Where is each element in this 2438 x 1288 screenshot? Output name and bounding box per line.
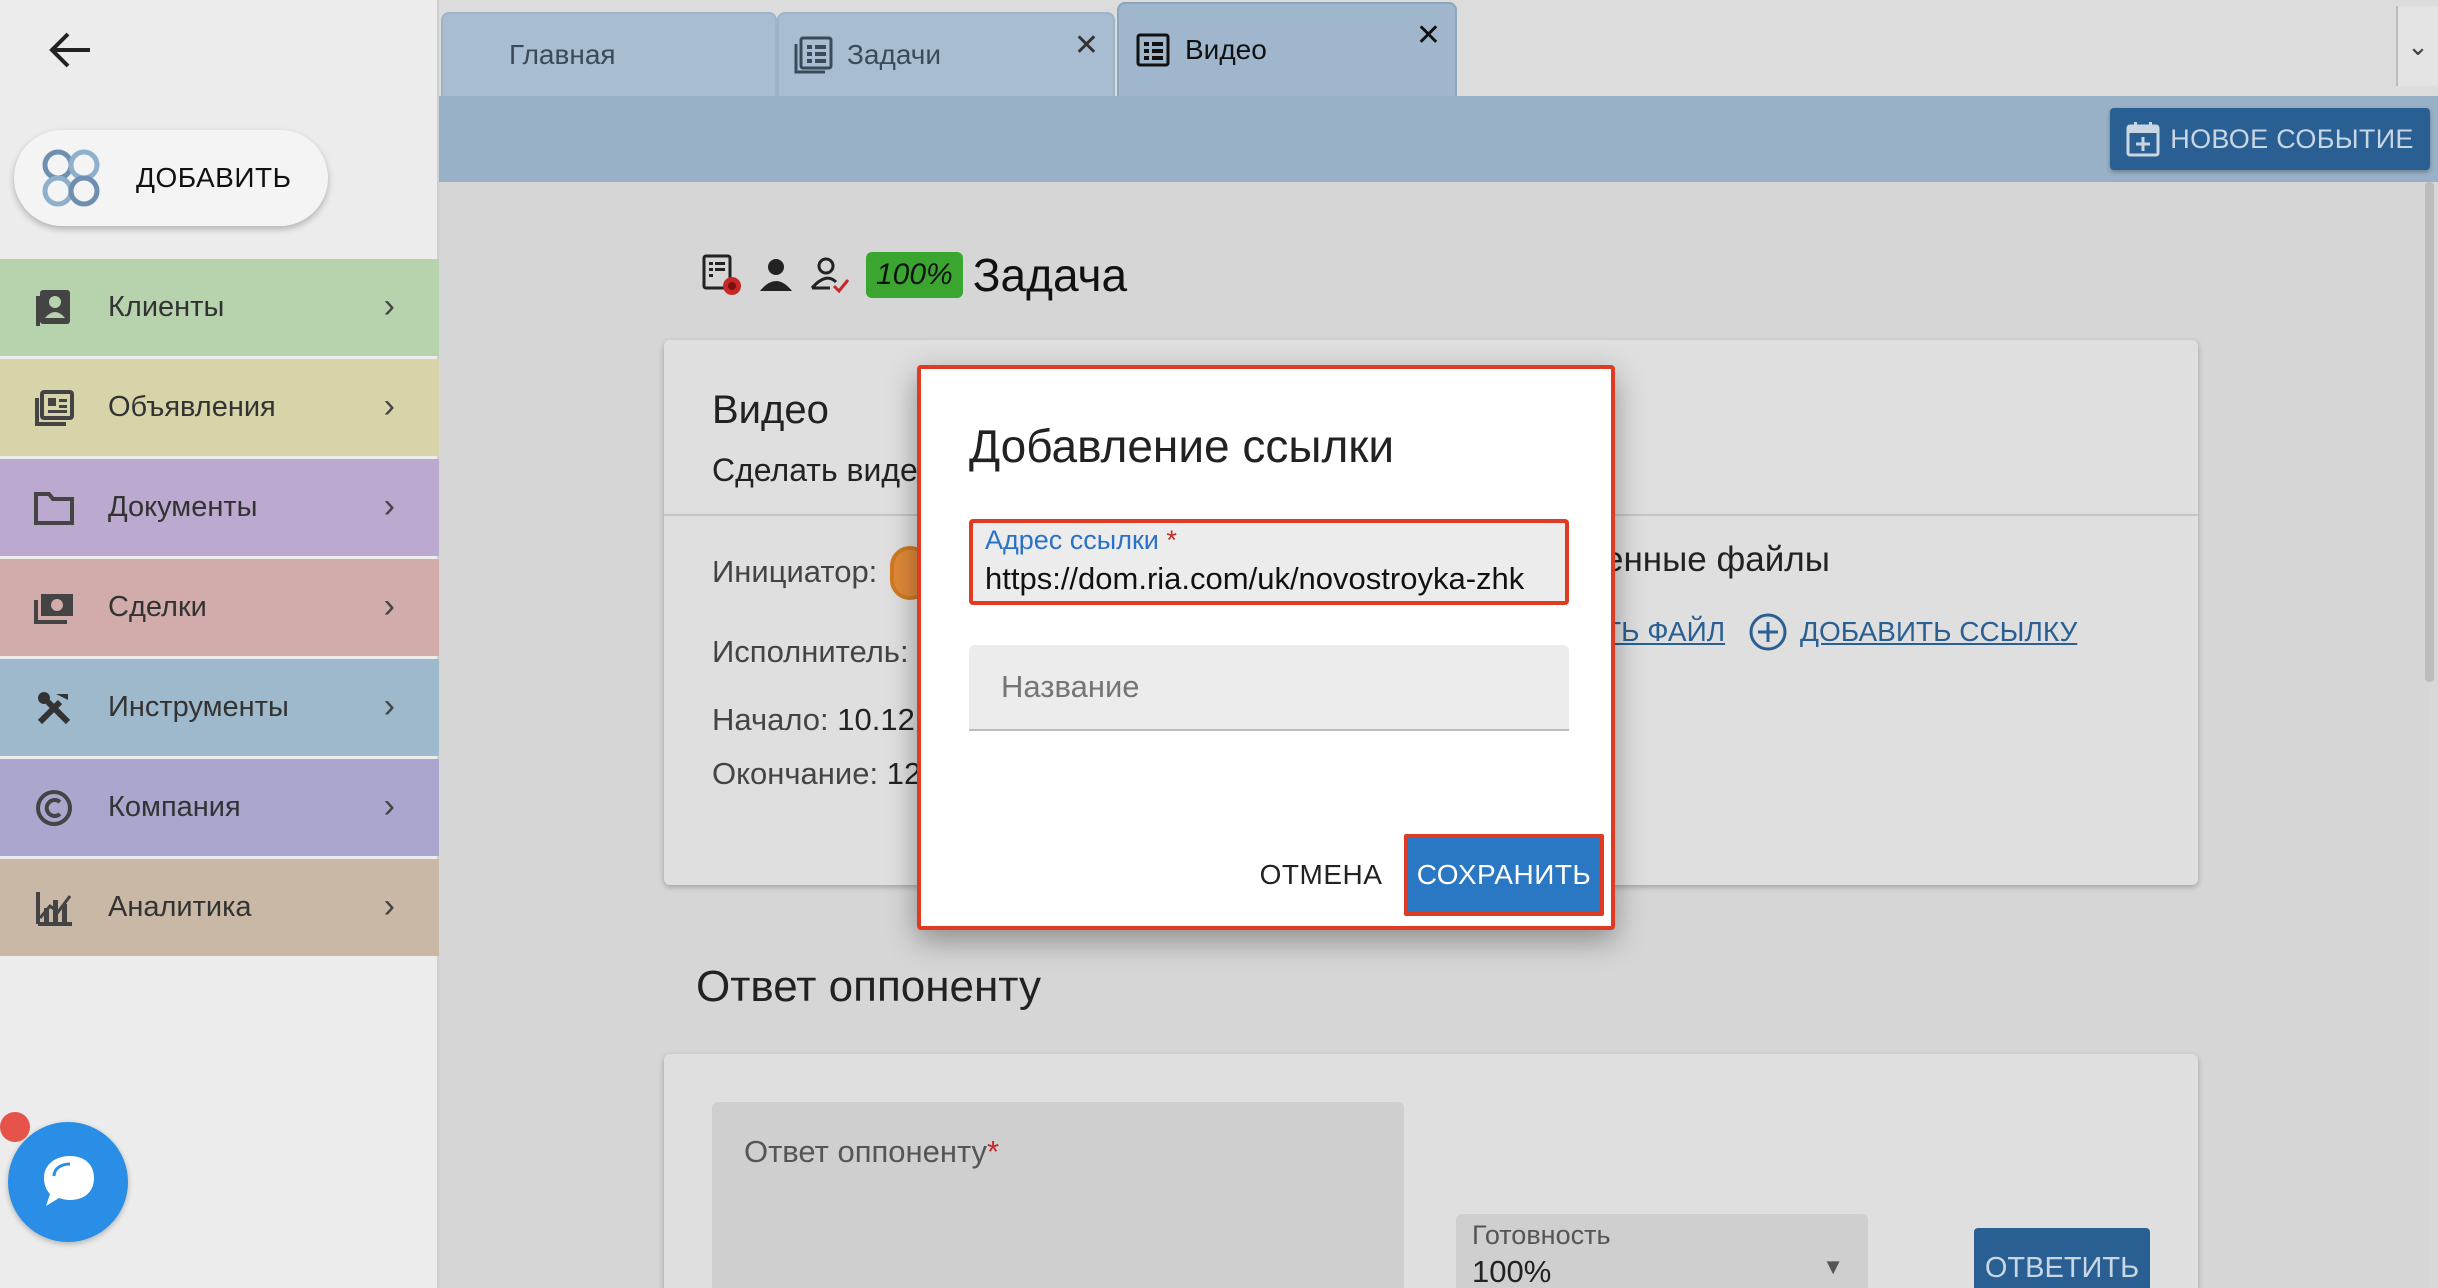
chevron-right-icon: › [383,487,395,525]
add-link-button[interactable]: ДОБАВИТЬ ССЫЛКУ [1748,612,2077,652]
end-label: Окончание: [712,756,879,791]
initiator-label: Инициатор: [712,554,878,589]
tab-label: Видео [1185,34,1267,65]
start-label: Начало: [712,702,829,737]
cancel-button[interactable]: ОТМЕНА [1221,847,1421,903]
upload-file-link[interactable]: ТЬ ФАЙЛ [1604,616,1725,648]
new-event-button[interactable]: НОВОЕ СОБЫТИЕ [2110,108,2430,170]
end-value: 12 [886,756,922,791]
money-icon [30,584,78,632]
start-value: 10.12 [837,702,915,737]
save-button[interactable]: СОХРАНИТЬ [1404,834,1604,916]
new-event-label: НОВОЕ СОБЫТИЕ [2170,123,2414,154]
sidebar: ДОБАВИТЬ Клиенты › Объявления › Документ… [0,0,439,1288]
sidebar-item-label: Сделки [108,591,207,623]
add-button-label: ДОБАВИТЬ [136,162,292,193]
reply-section-title: Ответ оппоненту [696,962,1041,1011]
scrollbar[interactable] [2425,182,2434,682]
back-arrow-icon[interactable] [44,24,96,76]
sidebar-nav: Клиенты › Объявления › Документы › Сделк… [0,259,439,959]
sidebar-item-label: Документы [108,491,258,523]
reply-card: Ответ оппоненту* Готовность 100% ▼ ОТВЕТ… [664,1054,2198,1288]
attached-files-heading: енные файлы [1604,540,1830,579]
person-icon [754,253,798,297]
tasks-icon [793,35,835,75]
chevron-right-icon: › [383,787,395,825]
start-row: Начало: 10.12 [712,702,915,738]
tabs-dropdown-icon[interactable]: ⌄ [2396,6,2438,86]
add-link-label: ДОБАВИТЬ ССЫЛКУ [1800,616,2078,647]
url-field-label: Адрес ссылки * [985,525,1177,555]
folder-icon [30,484,78,532]
progress-badge: 100% [866,252,963,298]
tab-video[interactable]: Видео ✕ [1117,2,1457,96]
end-row: Окончание: 12 [712,756,921,792]
sidebar-item-label: Компания [108,791,241,823]
sidebar-item-label: Клиенты [108,291,225,323]
chevron-right-icon: › [383,587,395,625]
contacts-icon [30,284,78,332]
chevron-right-icon: › [383,887,395,925]
readiness-select[interactable]: Готовность 100% ▼ [1456,1214,1868,1288]
readiness-value: 100% [1472,1254,1552,1288]
add-circle-icon [1748,612,1788,652]
url-field[interactable]: Адрес ссылки * [969,519,1569,605]
sidebar-item-deals[interactable]: Сделки › [0,559,439,656]
sidebar-item-label: Аналитика [108,891,252,923]
tab-home[interactable]: Главная [441,12,777,96]
toolbar: НОВОЕ СОБЫТИЕ [439,96,2438,182]
sidebar-item-company[interactable]: Компания › [0,759,439,856]
chevron-right-icon: › [383,287,395,325]
app-logo-icon [38,145,104,211]
dropdown-arrow-icon: ▼ [1822,1254,1844,1279]
reply-textarea[interactable]: Ответ оппоненту* [712,1102,1404,1288]
close-icon[interactable]: ✕ [1074,28,1099,63]
chat-widget-button[interactable] [8,1122,128,1242]
sidebar-item-clients[interactable]: Клиенты › [0,259,439,356]
task-card-subtitle: Сделать виде [712,452,918,488]
sidebar-item-listings[interactable]: Объявления › [0,359,439,456]
listings-icon [30,384,78,432]
executor-label: Исполнитель: [712,634,909,669]
analytics-icon [30,884,78,932]
readiness-label: Готовность [1472,1220,1611,1250]
task-header: 100% Задача [700,243,1127,307]
url-input[interactable] [985,559,1555,599]
chevron-right-icon: › [383,687,395,725]
copyright-icon [30,784,78,832]
notification-dot [0,1112,30,1142]
sidebar-item-tools[interactable]: Инструменты › [0,659,439,756]
sidebar-item-label: Инструменты [108,691,289,723]
tab-bar: Главная Задачи ✕ Видео ✕ ⌄ [439,0,2438,96]
reply-field-label: Ответ оппоненту* [744,1134,1000,1169]
add-link-dialog: Добавление ссылки Адрес ссылки * ОТМЕНА … [917,365,1615,930]
tools-icon [30,684,78,732]
calendar-add-icon [2126,121,2160,157]
sidebar-item-analytics[interactable]: Аналитика › [0,859,439,956]
dialog-title: Добавление ссылки [969,420,1395,472]
person-check-icon [808,253,852,297]
chat-icon [36,1152,100,1212]
sidebar-item-label: Объявления [108,391,276,423]
tab-label: Задачи [847,39,942,70]
tasks-icon [1135,32,1171,68]
task-status-icon [700,253,744,297]
answer-button[interactable]: ОТВЕТИТЬ [1974,1228,2150,1288]
page-title: Задача [972,249,1128,301]
tab-label: Главная [509,39,616,70]
name-field[interactable] [969,645,1569,731]
name-input[interactable] [1001,667,1541,707]
task-card-title: Видео [712,388,829,432]
add-button[interactable]: ДОБАВИТЬ [14,130,328,226]
tab-tasks[interactable]: Задачи ✕ [777,12,1115,96]
chevron-right-icon: › [383,387,395,425]
close-icon[interactable]: ✕ [1416,18,1441,53]
sidebar-item-documents[interactable]: Документы › [0,459,439,556]
